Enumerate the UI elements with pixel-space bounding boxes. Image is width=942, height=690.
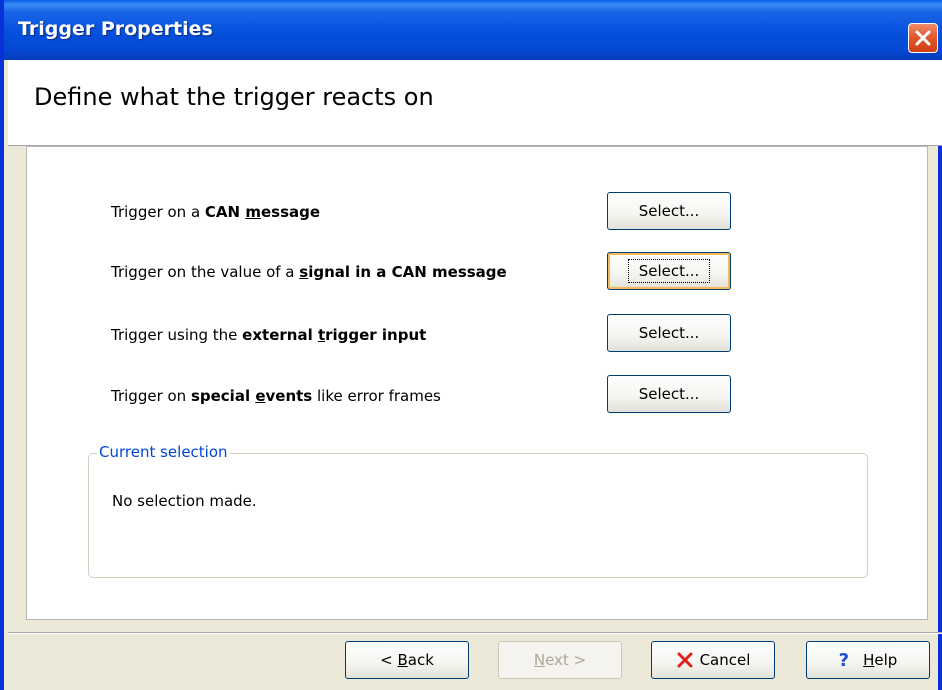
close-button[interactable]: [908, 23, 938, 53]
select-external-trigger-button[interactable]: Select...: [607, 314, 731, 352]
button-label: Select...: [638, 324, 700, 342]
button-label: Select...: [627, 259, 711, 283]
question-mark-icon: ?: [838, 649, 850, 671]
option-text: Trigger on: [111, 387, 191, 405]
page-heading: Define what the trigger reacts on: [34, 83, 434, 111]
select-signal-button[interactable]: Select...: [607, 252, 731, 290]
option-mnemonic: m: [245, 203, 261, 221]
current-selection-legend: Current selection: [97, 443, 230, 461]
option-keyword-part: CAN: [204, 203, 246, 221]
dialog-window: Trigger Properties Define what the trigg…: [0, 0, 942, 690]
option-text: like error frames: [312, 387, 441, 405]
option-text: Trigger using the: [111, 326, 243, 344]
button-label: Select...: [638, 202, 700, 220]
help-button[interactable]: ? Help: [806, 641, 930, 679]
select-can-message-button[interactable]: Select...: [607, 192, 731, 230]
option-keyword-part: rigger input: [325, 326, 427, 344]
option-keyword-part: external: [242, 326, 318, 344]
option-text: Trigger on a: [111, 203, 205, 221]
help-mnemonic: H: [863, 651, 875, 669]
x-mark-icon: [677, 652, 693, 668]
option-mnemonic: e: [255, 387, 266, 405]
next-mnemonic: N: [533, 651, 546, 669]
option-keyword-part: special: [190, 387, 256, 405]
option-special-events-label: Trigger on special events like error fra…: [111, 387, 441, 405]
next-label-part: ext >: [545, 651, 587, 669]
option-external-trigger-label: Trigger using the external trigger input: [111, 326, 426, 344]
option-keyword: external trigger input: [242, 326, 426, 344]
option-keyword: signal in a CAN message: [299, 263, 506, 281]
cancel-label: Cancel: [699, 651, 751, 669]
current-selection-status: No selection made.: [112, 492, 257, 510]
header-panel: Define what the trigger reacts on: [8, 60, 942, 146]
content-panel: Trigger on a CAN message Select... Trigg…: [26, 146, 928, 620]
select-special-events-button[interactable]: Select...: [607, 375, 731, 413]
title-bar[interactable]: Trigger Properties: [4, 0, 942, 60]
option-keyword-part: essage: [260, 203, 321, 221]
option-mnemonic: s: [299, 263, 309, 281]
option-can-message-label: Trigger on a CAN message: [111, 203, 320, 221]
back-mnemonic: B: [397, 651, 408, 669]
option-keyword-part: vents: [265, 387, 313, 405]
option-keyword: CAN message: [205, 203, 320, 221]
option-signal-label: Trigger on the value of a signal in a CA…: [111, 263, 507, 281]
option-text: Trigger on the value of a: [111, 263, 300, 281]
button-label: Select...: [638, 385, 700, 403]
back-label: < Back: [380, 651, 434, 669]
option-keyword-part: ignal in a CAN message: [308, 263, 507, 281]
next-label: Next >: [534, 651, 586, 669]
back-label-part: <: [380, 651, 398, 669]
footer-divider: [8, 632, 942, 634]
window-title: Trigger Properties: [18, 18, 213, 40]
help-label: Help: [863, 651, 897, 669]
current-selection-group: Current selection No selection made.: [88, 443, 868, 578]
close-icon: [915, 30, 931, 46]
next-button[interactable]: Next >: [498, 641, 622, 679]
help-label-part: elp: [874, 651, 898, 669]
cancel-button[interactable]: Cancel: [651, 641, 775, 679]
back-button[interactable]: < Back: [345, 641, 469, 679]
back-label-part: ack: [407, 651, 434, 669]
option-keyword: special events: [191, 387, 312, 405]
